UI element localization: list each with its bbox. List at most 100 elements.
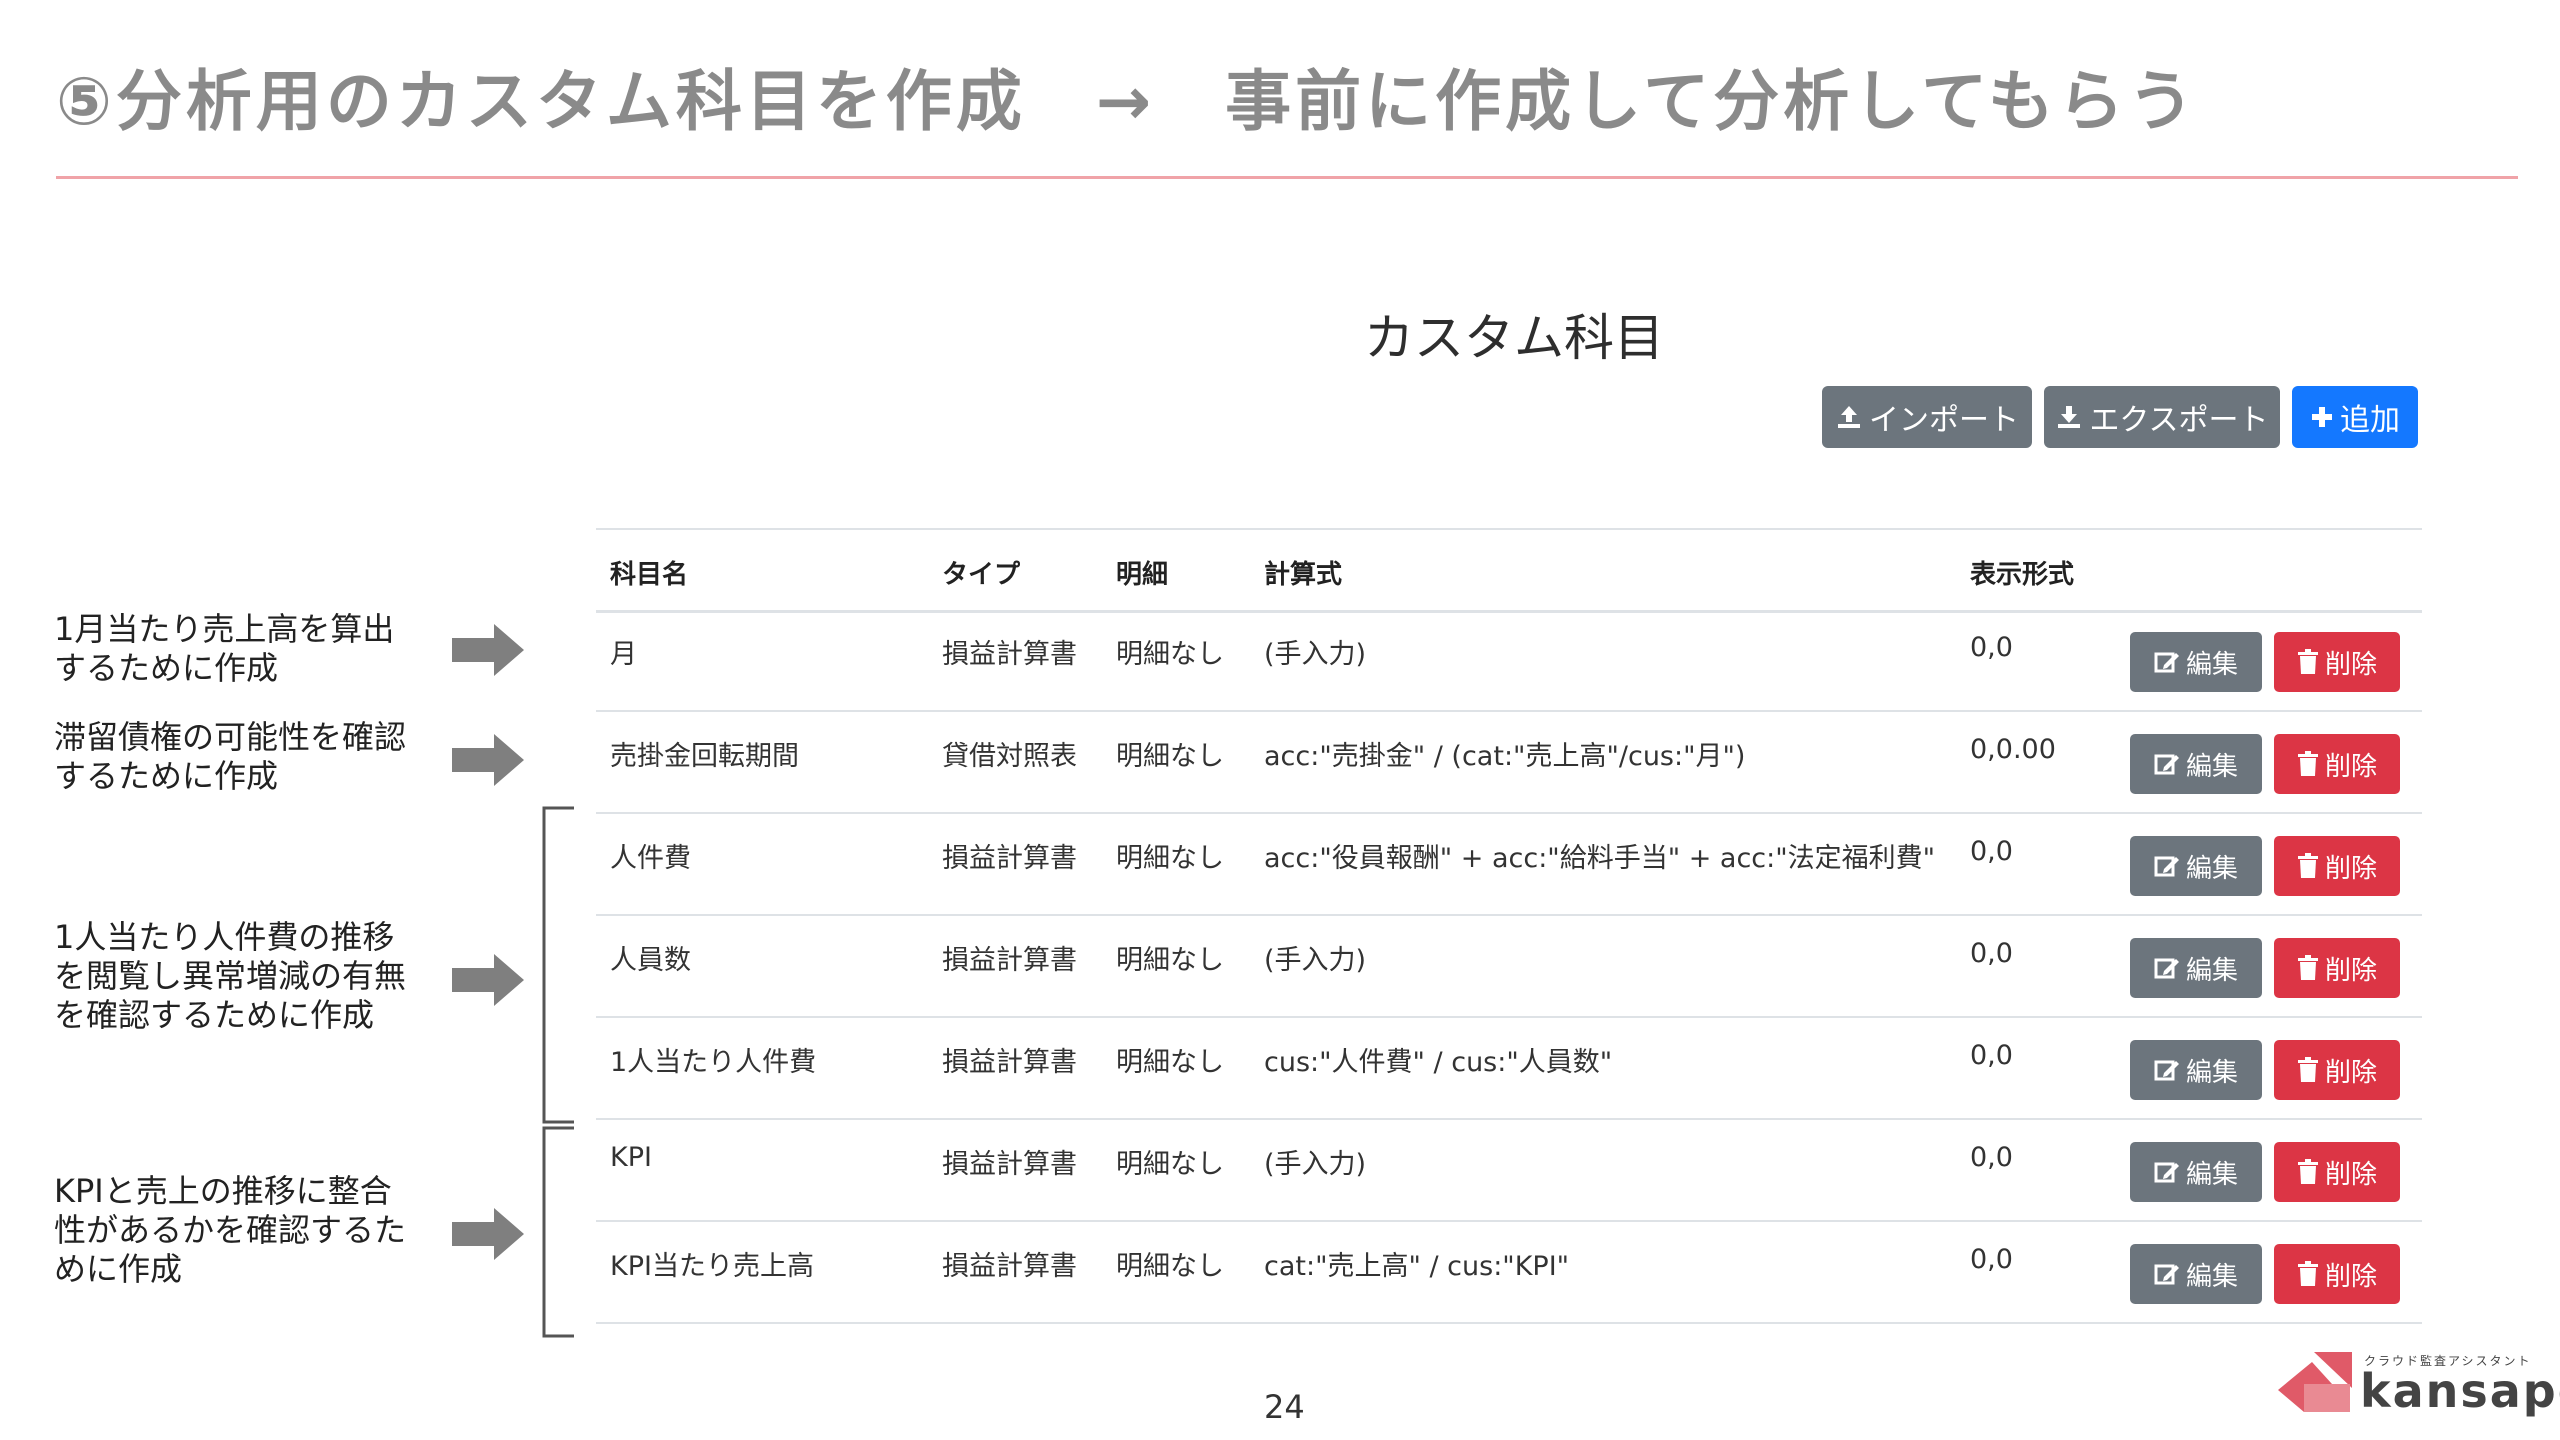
trash-icon — [2297, 955, 2319, 981]
delete-button[interactable]: 削除 — [2274, 734, 2400, 794]
delete-label: 削除 — [2324, 1261, 2377, 1292]
delete-button[interactable]: 削除 — [2274, 1040, 2400, 1100]
edit-button[interactable]: 編集 — [2130, 938, 2262, 998]
cell-format: 0,0 — [1970, 1040, 2013, 1071]
cell-detail: 明細なし — [1116, 1047, 1224, 1078]
table-header: 科目名 タイプ 明細 計算式 表示形式 — [596, 530, 2422, 613]
import-label: インポート — [1869, 403, 2019, 438]
table-row: 1人当たり人件費 損益計算書 明細なし cus:"人件費" / cus:"人員数… — [596, 1018, 2422, 1120]
cell-detail: 明細なし — [1116, 843, 1224, 874]
trash-icon — [2297, 751, 2319, 777]
cell-format: 0,0 — [1970, 938, 2013, 969]
cell-formula: (手入力) — [1264, 639, 1367, 670]
add-button[interactable]: 追加 — [2292, 386, 2418, 448]
table-row: KPI 損益計算書 明細なし (手入力) 0,0 編集 削除 — [596, 1120, 2422, 1222]
plus-icon — [2310, 405, 2334, 429]
table-row: 月 損益計算書 明細なし (手入力) 0,0 編集 削除 — [596, 610, 2422, 712]
delete-label: 削除 — [2324, 649, 2377, 680]
arrow-right-icon — [452, 624, 524, 676]
cell-formula: (手入力) — [1264, 945, 1367, 976]
cell-format: 0,0 — [1970, 632, 2013, 663]
edit-label: 編集 — [2185, 649, 2238, 680]
edit-icon — [2154, 649, 2180, 675]
edit-icon — [2154, 1057, 2180, 1083]
trash-icon — [2297, 649, 2319, 675]
cell-name: 月 — [610, 639, 637, 670]
column-header-type: タイプ — [942, 560, 1021, 590]
delete-button[interactable]: 削除 — [2274, 938, 2400, 998]
slide-title: ⑤分析用のカスタム科目を作成 → 事前に作成して分析してもらう — [56, 63, 2198, 140]
edit-icon — [2154, 955, 2180, 981]
edit-icon — [2154, 1159, 2180, 1185]
cell-name: KPI当たり売上高 — [610, 1251, 814, 1282]
cell-type: 損益計算書 — [942, 945, 1077, 976]
cell-detail: 明細なし — [1116, 945, 1224, 976]
table-row: KPI当たり売上高 損益計算書 明細なし cat:"売上高" / cus:"KP… — [596, 1222, 2422, 1324]
cell-detail: 明細なし — [1116, 1149, 1224, 1180]
annotation-kpi: KPIと売上の推移に整合 性があるかを確認するた めに作成 — [54, 1172, 407, 1288]
edit-label: 編集 — [2185, 955, 2238, 986]
edit-button[interactable]: 編集 — [2130, 836, 2262, 896]
trash-icon — [2297, 853, 2319, 879]
delete-button[interactable]: 削除 — [2274, 836, 2400, 896]
delete-label: 削除 — [2324, 751, 2377, 782]
cell-formula: cat:"売上高" / cus:"KPI" — [1264, 1251, 1570, 1282]
delete-button[interactable]: 削除 — [2274, 1244, 2400, 1304]
delete-button[interactable]: 削除 — [2274, 632, 2400, 692]
panel-title: カスタム科目 — [1364, 309, 1664, 367]
annotation-monthly-sales: 1月当たり売上高を算出 するために作成 — [54, 610, 395, 687]
delete-label: 削除 — [2324, 1159, 2377, 1190]
annotation-personnel-cost: 1人当たり人件費の推移 を閲覧し異常増減の有無 を確認するために作成 — [54, 918, 407, 1034]
cell-formula: cus:"人件費" / cus:"人員数" — [1264, 1047, 1613, 1078]
edit-label: 編集 — [2185, 1159, 2238, 1190]
edit-button[interactable]: 編集 — [2130, 1040, 2262, 1100]
logo-wordmark: kansapo — [2360, 1364, 2560, 1418]
trash-icon — [2297, 1261, 2319, 1287]
add-label: 追加 — [2340, 403, 2400, 438]
edit-icon — [2154, 751, 2180, 777]
edit-button[interactable]: 編集 — [2130, 632, 2262, 692]
cell-type: 損益計算書 — [942, 639, 1077, 670]
cell-name: 人員数 — [610, 945, 691, 976]
page-number: 24 — [1264, 1388, 1305, 1426]
edit-button[interactable]: 編集 — [2130, 1142, 2262, 1202]
column-header-formula: 計算式 — [1264, 560, 1343, 590]
cell-formula: (手入力) — [1264, 1149, 1367, 1180]
export-button[interactable]: エクスポート — [2044, 386, 2280, 448]
arrow-right-icon — [452, 734, 524, 786]
cell-format: 0,0 — [1970, 836, 2013, 867]
delete-label: 削除 — [2324, 1057, 2377, 1088]
cell-type: 損益計算書 — [942, 1047, 1077, 1078]
cell-type: 貸借対照表 — [942, 741, 1077, 772]
table-row: 人員数 損益計算書 明細なし (手入力) 0,0 編集 削除 — [596, 916, 2422, 1018]
cell-detail: 明細なし — [1116, 1251, 1224, 1282]
edit-label: 編集 — [2185, 1261, 2238, 1292]
edit-button[interactable]: 編集 — [2130, 1244, 2262, 1304]
annotation-receivables: 滞留債権の可能性を確認 するために作成 — [54, 718, 407, 795]
column-header-detail: 明細 — [1116, 560, 1169, 590]
cell-detail: 明細なし — [1116, 639, 1224, 670]
delete-label: 削除 — [2324, 853, 2377, 884]
edit-button[interactable]: 編集 — [2130, 734, 2262, 794]
edit-label: 編集 — [2185, 853, 2238, 884]
cell-name: 人件費 — [610, 843, 691, 874]
edit-icon — [2154, 1261, 2180, 1287]
upload-icon — [1835, 403, 1863, 431]
group-bracket — [542, 1126, 574, 1338]
cell-type: 損益計算書 — [942, 1251, 1077, 1282]
edit-label: 編集 — [2185, 1057, 2238, 1088]
download-icon — [2055, 403, 2083, 431]
kansapo-logo-icon — [2278, 1352, 2352, 1412]
arrow-right-icon — [452, 954, 524, 1006]
cell-name: 1人当たり人件費 — [610, 1047, 817, 1078]
trash-icon — [2297, 1057, 2319, 1083]
cell-format: 0,0.00 — [1970, 734, 2056, 765]
trash-icon — [2297, 1159, 2319, 1185]
cell-type: 損益計算書 — [942, 1149, 1077, 1180]
column-header-name: 科目名 — [610, 560, 689, 590]
cell-type: 損益計算書 — [942, 843, 1077, 874]
cell-name: KPI — [610, 1142, 652, 1173]
cell-formula: acc:"売掛金" / (cat:"売上高"/cus:"月") — [1264, 741, 1746, 772]
delete-button[interactable]: 削除 — [2274, 1142, 2400, 1202]
import-button[interactable]: インポート — [1822, 386, 2032, 448]
